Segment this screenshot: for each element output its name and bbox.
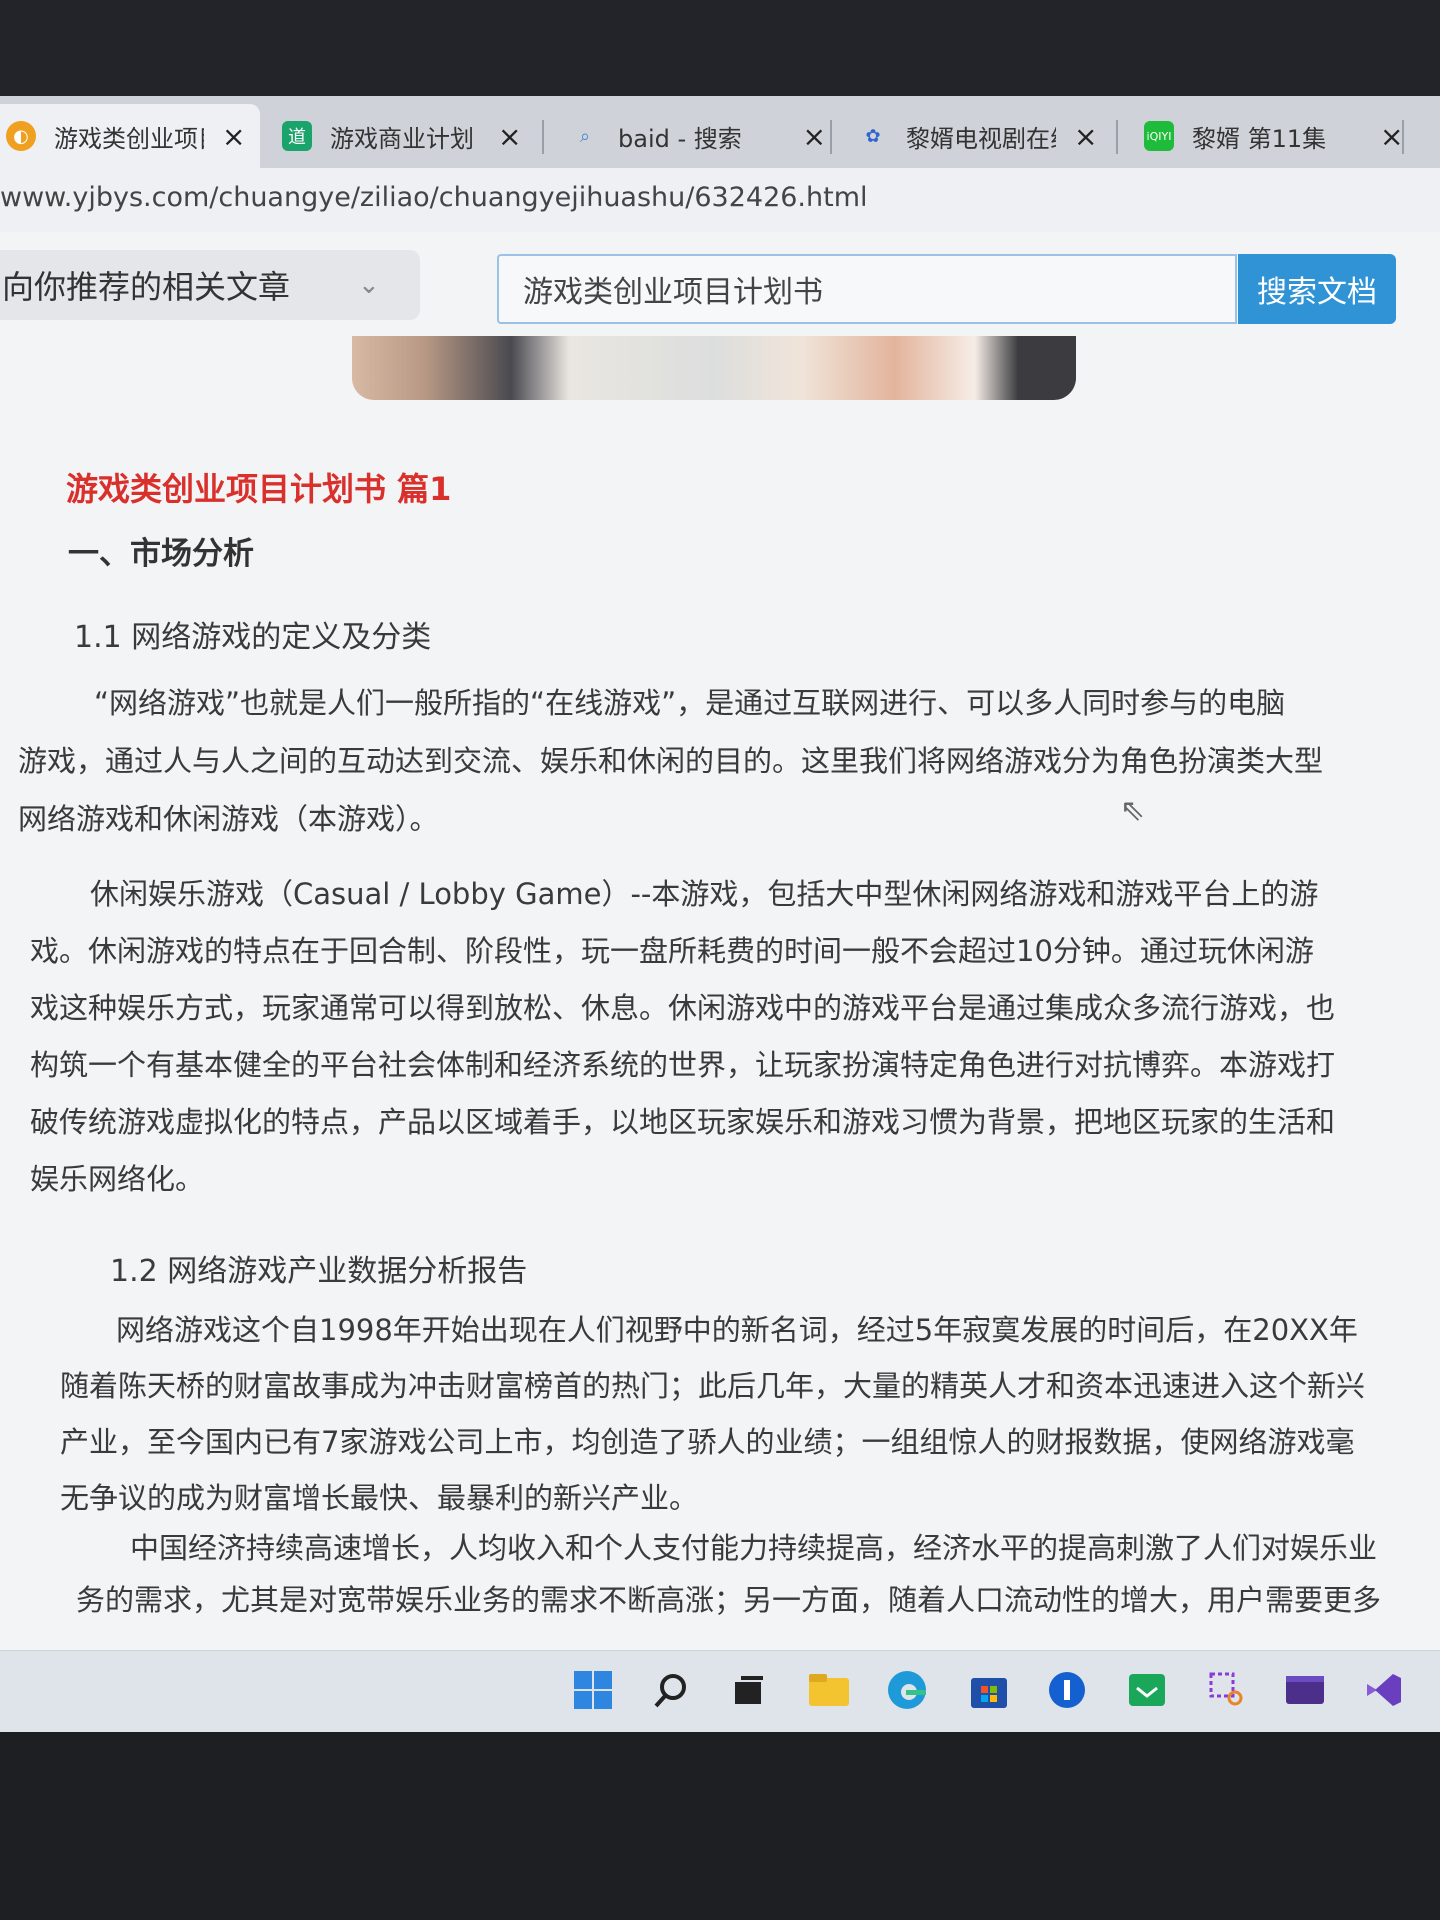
tab-label: 黎婿电视剧在线	[906, 124, 1056, 153]
tab-3[interactable]: ⌕ baid - 搜索 ×	[556, 104, 826, 168]
paragraph-4: 中国经济持续高速增长，人均收入和个人支付能力持续提高，经济水平的提高刺激了人们对…	[76, 1522, 1381, 1626]
subsection-heading: 1.1 网络游戏的定义及分类	[74, 620, 432, 655]
para-line: 娱乐网络化。	[30, 1162, 205, 1196]
screen: ◐ 游戏类创业项目 × 道 游戏商业计划 × ⌕ baid - 搜索 × ✿ 黎…	[0, 96, 1440, 1732]
subsection-heading: 1.2 网络游戏产业数据分析报告	[110, 1254, 528, 1289]
tab-label: 游戏商业计划	[330, 124, 474, 153]
tab-label: baid - 搜索	[618, 124, 742, 153]
visual-studio-icon[interactable]	[1360, 1667, 1406, 1713]
tab-4[interactable]: ✿ 黎婿电视剧在线 ×	[844, 104, 1114, 168]
edge-browser-icon[interactable]	[884, 1667, 930, 1713]
para-line: 无争议的成为财富增长最快、最暴利的新兴产业。	[60, 1481, 699, 1515]
paragraph-3: 网络游戏这个自1998年开始出现在人们视野中的新名词，经过5年寂寞发展的时间后，…	[60, 1302, 1365, 1526]
tab-1[interactable]: ◐ 游戏类创业项目 ×	[0, 104, 260, 168]
monitor-top-bezel	[0, 0, 1440, 100]
search-doc-button[interactable]: 搜索文档	[1238, 254, 1396, 324]
iqiyi-icon: iQIYI	[1144, 121, 1174, 151]
monitor-bottom-bezel	[0, 1732, 1440, 1920]
para-line: 网络游戏这个自1998年开始出现在人们视野中的新名词，经过5年寂寞发展的时间后，…	[116, 1313, 1358, 1347]
para-line: 务的需求，尤其是对宽带娱乐业务的需求不断高涨；另一方面，随着人口流动性的增大，用…	[76, 1583, 1382, 1617]
browser-logo-icon: ◐	[6, 121, 36, 151]
search-icon[interactable]	[648, 1667, 694, 1713]
store-icon[interactable]	[966, 1667, 1012, 1713]
tab-label: 黎婿 第11集	[1192, 124, 1327, 153]
close-icon[interactable]: ×	[222, 120, 245, 153]
close-icon[interactable]: ×	[1074, 120, 1097, 153]
baidu-paw-icon: ✿	[865, 125, 881, 147]
file-explorer-icon[interactable]	[806, 1667, 852, 1713]
web-page: 向你推荐的相关文章 ⌄ 搜索文档 游戏类创业项目计划书 篇1 一、市场分析 1.…	[0, 232, 1440, 1732]
snipping-tool-icon[interactable]	[1204, 1667, 1250, 1713]
windows-start-icon[interactable]	[570, 1667, 616, 1713]
doc-icon: 道	[282, 121, 312, 151]
para-line: 休闲娱乐游戏（Casual / Lobby Game）--本游戏，包括大中型休闲…	[90, 877, 1319, 911]
app-blue-icon[interactable]	[1044, 1667, 1090, 1713]
paragraph-2: 休闲娱乐游戏（Casual / Lobby Game）--本游戏，包括大中型休闲…	[30, 866, 1335, 1208]
para-line: 游戏，通过人与人之间的互动达到交流、娱乐和休闲的目的。这里我们将网络游戏分为角色…	[18, 744, 1324, 778]
tab-label: 游戏类创业项目	[54, 124, 204, 153]
close-icon[interactable]: ×	[803, 120, 826, 153]
close-icon[interactable]: ×	[498, 120, 521, 153]
doc-search-input[interactable]	[521, 256, 1225, 322]
para-line: “网络游戏”也就是人们一般所指的“在线游戏”，是通过互联网进行、可以多人同时参与…	[94, 686, 1286, 720]
app-green-icon[interactable]	[1124, 1667, 1170, 1713]
para-line: 构筑一个有基本健全的平台社会体制和经济系统的世界，让玩家扮演特定角色进行对抗博弈…	[30, 1048, 1336, 1082]
para-line: 产业，至今国内已有7家游戏公司上市，均创造了骄人的业绩；一组组惊人的财报数据，使…	[60, 1425, 1355, 1459]
search-icon: ⌕	[579, 125, 591, 147]
task-view-icon[interactable]	[726, 1667, 772, 1713]
close-icon[interactable]: ×	[1380, 120, 1403, 153]
tab-separator	[1116, 120, 1118, 154]
section-heading: 一、市场分析	[68, 536, 254, 572]
taskbar	[0, 1650, 1440, 1732]
url-text[interactable]: www.yjbys.com/chuangye/ziliao/chuangyeji…	[0, 182, 868, 213]
recommend-dropdown[interactable]: 向你推荐的相关文章 ⌄	[0, 250, 420, 320]
para-line: 中国经济持续高速增长，人均收入和个人支付能力持续提高，经济水平的提高刺激了人们对…	[130, 1531, 1378, 1565]
para-line: 随着陈天桥的财富故事成为冲击财富榜首的热门；此后几年，大量的精英人才和资本迅速进…	[60, 1369, 1366, 1403]
tab-bar: ◐ 游戏类创业项目 × 道 游戏商业计划 × ⌕ baid - 搜索 × ✿ 黎…	[0, 96, 1440, 168]
tab-separator	[1402, 120, 1404, 154]
para-line: 破传统游戏虚拟化的特点，产品以区域着手，以地区玩家娱乐和游戏习惯为背景，把地区玩…	[30, 1105, 1336, 1139]
doc-search-box[interactable]	[497, 254, 1237, 324]
tab-separator	[542, 120, 544, 154]
tab-5[interactable]: iQIYI 黎婿 第11集 ×	[1130, 104, 1420, 168]
address-bar[interactable]: www.yjbys.com/chuangye/ziliao/chuangyeji…	[0, 168, 1440, 232]
recommend-label: 向你推荐的相关文章	[2, 268, 291, 306]
para-line: 戏这种娱乐方式，玩家通常可以得到放松、休息。休闲游戏中的游戏平台是通过集成众多流…	[30, 991, 1336, 1025]
article-title: 游戏类创业项目计划书 篇1	[66, 470, 452, 508]
chevron-down-icon: ⌄	[358, 270, 380, 300]
tab-separator	[830, 120, 832, 154]
tab-2[interactable]: 道 游戏商业计划 ×	[268, 104, 538, 168]
mouse-pointer-icon: ⇖	[1120, 793, 1146, 828]
article-banner-image	[352, 336, 1076, 400]
terminal-icon[interactable]	[1282, 1667, 1328, 1713]
para-line: 戏。休闲游戏的特点在于回合制、阶段性，玩一盘所耗费的时间一般不会超过10分钟。通…	[30, 934, 1314, 968]
